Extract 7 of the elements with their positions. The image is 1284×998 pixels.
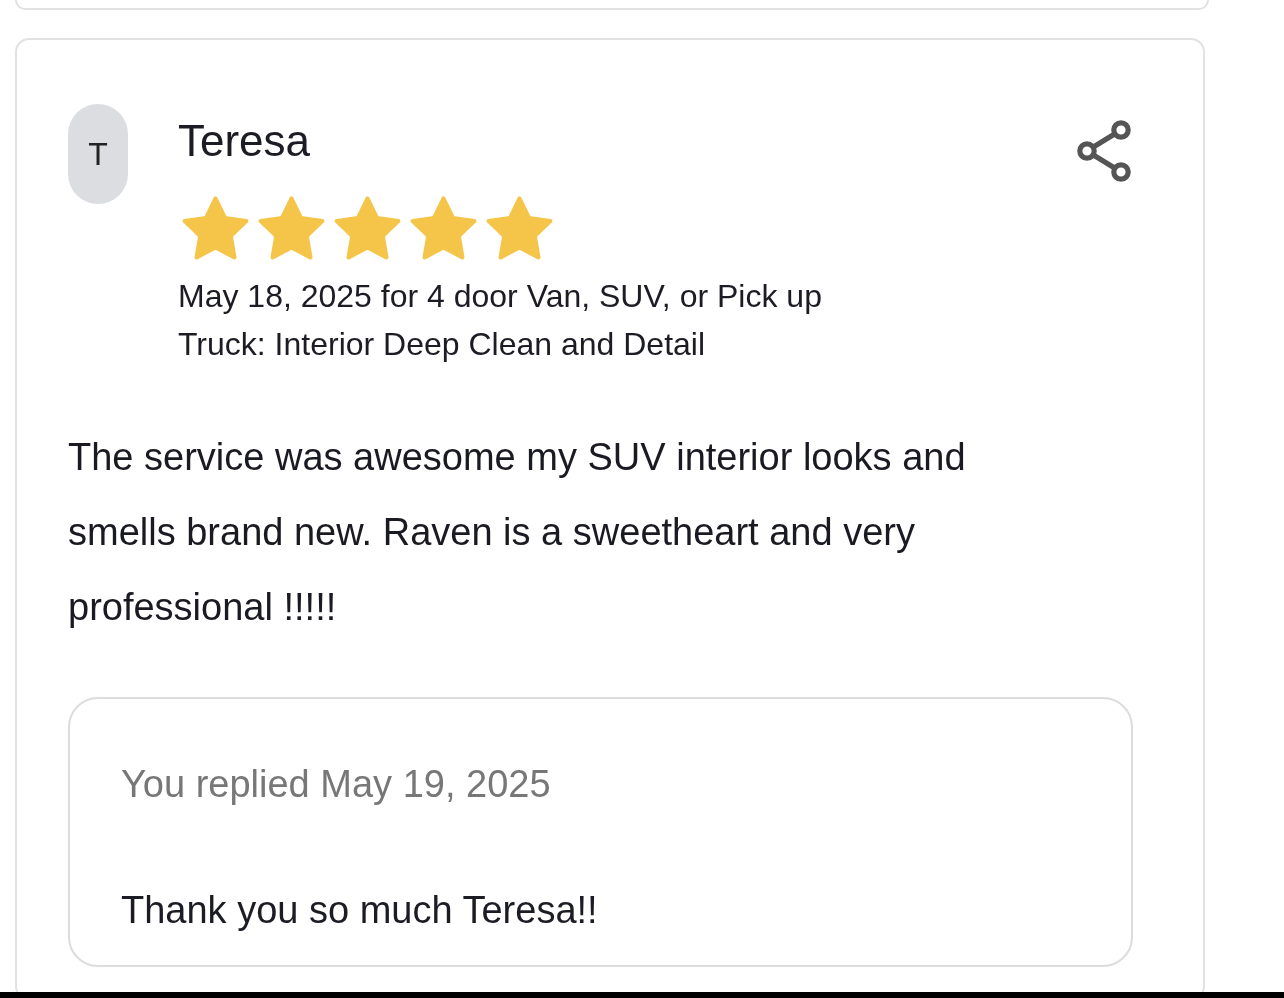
avatar: T bbox=[68, 104, 128, 204]
share-icon[interactable] bbox=[1077, 120, 1133, 182]
reply-text: Thank you so much Teresa!! bbox=[121, 888, 598, 933]
reply-date: You replied May 19, 2025 bbox=[121, 762, 551, 807]
review-text: The service was awesome my SUV interior looks and smells brand new. Raven is a sweetheart and very professional !!!!! bbox=[68, 435, 967, 630]
review-meta: May 18, 2025 for 4 door Van, SUV, or Pick up Truck: Interior Deep Clean and Detail bbox=[178, 277, 823, 364]
reviewer-name: Teresa bbox=[178, 116, 311, 166]
